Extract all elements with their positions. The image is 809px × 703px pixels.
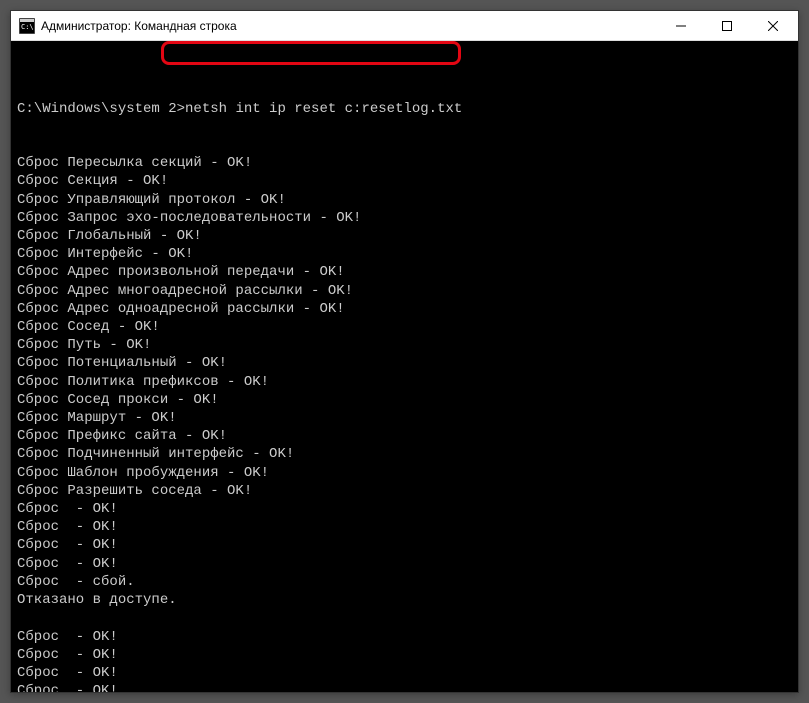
window-controls [658, 11, 796, 40]
svg-text:C:\: C:\ [21, 23, 34, 31]
output-line: Cброс - OK! [17, 646, 792, 664]
output-line: Cброс - OK! [17, 628, 792, 646]
output-line: Cброс Секция - OK! [17, 172, 792, 190]
output-line: Cброс Запрос эхо-последовательности - OK… [17, 209, 792, 227]
output-line: Cброс - OK! [17, 555, 792, 573]
output-lines: Cброс Пересылка секций - OK!Cброс Секция… [17, 154, 792, 692]
maximize-button[interactable] [704, 11, 750, 40]
output-line: Cброс Адрес произвольной передачи - OK! [17, 263, 792, 281]
terminal-area[interactable]: C:\Windows\system 2>netsh int ip reset c… [11, 41, 798, 692]
minimize-button[interactable] [658, 11, 704, 40]
output-line: Cброс Адрес одноадресной рассылки - OK! [17, 300, 792, 318]
cmd-icon: C:\ [19, 18, 35, 34]
output-line: Cброс - сбой. [17, 573, 792, 591]
output-line: Cброс - OK! [17, 682, 792, 692]
output-line: Cброс Управляющий протокол - OK! [17, 191, 792, 209]
output-line: Cброс Адрес многоадресной рассылки - OK! [17, 282, 792, 300]
output-line: Cброс Пересылка секций - OK! [17, 154, 792, 172]
output-line: Отказано в доступе. [17, 591, 792, 609]
output-line: Cброс Потенциальный - OK! [17, 354, 792, 372]
window-title: Администратор: Командная строка [41, 19, 658, 33]
command-text: netsh int ip reset c:resetlog.txt [185, 101, 462, 117]
output-line: Cброс Путь - OK! [17, 336, 792, 354]
command-line: C:\Windows\system 2>netsh int ip reset c… [17, 100, 792, 118]
output-line: Cброс - OK! [17, 518, 792, 536]
output-line [17, 609, 792, 627]
output-line: Cброс - OK! [17, 536, 792, 554]
output-line: Cброс Маршрут - OK! [17, 409, 792, 427]
output-line: Cброс Глобальный - OK! [17, 227, 792, 245]
output-line: Cброс Префикс сайта - OK! [17, 427, 792, 445]
prompt-path: C:\Windows\system 2> [17, 101, 185, 117]
output-line: Cброс Политика префиксов - OK! [17, 373, 792, 391]
output-line: Cброс Шаблон пробуждения - OK! [17, 464, 792, 482]
output-line: Cброс Интерфейс - OK! [17, 245, 792, 263]
output-line: Cброс - OK! [17, 664, 792, 682]
output-line: Cброс - OK! [17, 500, 792, 518]
close-button[interactable] [750, 11, 796, 40]
output-line: Cброс Подчиненный интерфейс - OK! [17, 445, 792, 463]
titlebar[interactable]: C:\ Администратор: Командная строка [11, 11, 798, 41]
command-prompt-window: C:\ Администратор: Командная строка C:\W… [10, 10, 799, 693]
output-line: Cброс Разрешить соседа - OK! [17, 482, 792, 500]
output-line: Cброс Сосед - OK! [17, 318, 792, 336]
output-line: Cброс Сосед прокси - OK! [17, 391, 792, 409]
command-highlight [161, 41, 461, 65]
